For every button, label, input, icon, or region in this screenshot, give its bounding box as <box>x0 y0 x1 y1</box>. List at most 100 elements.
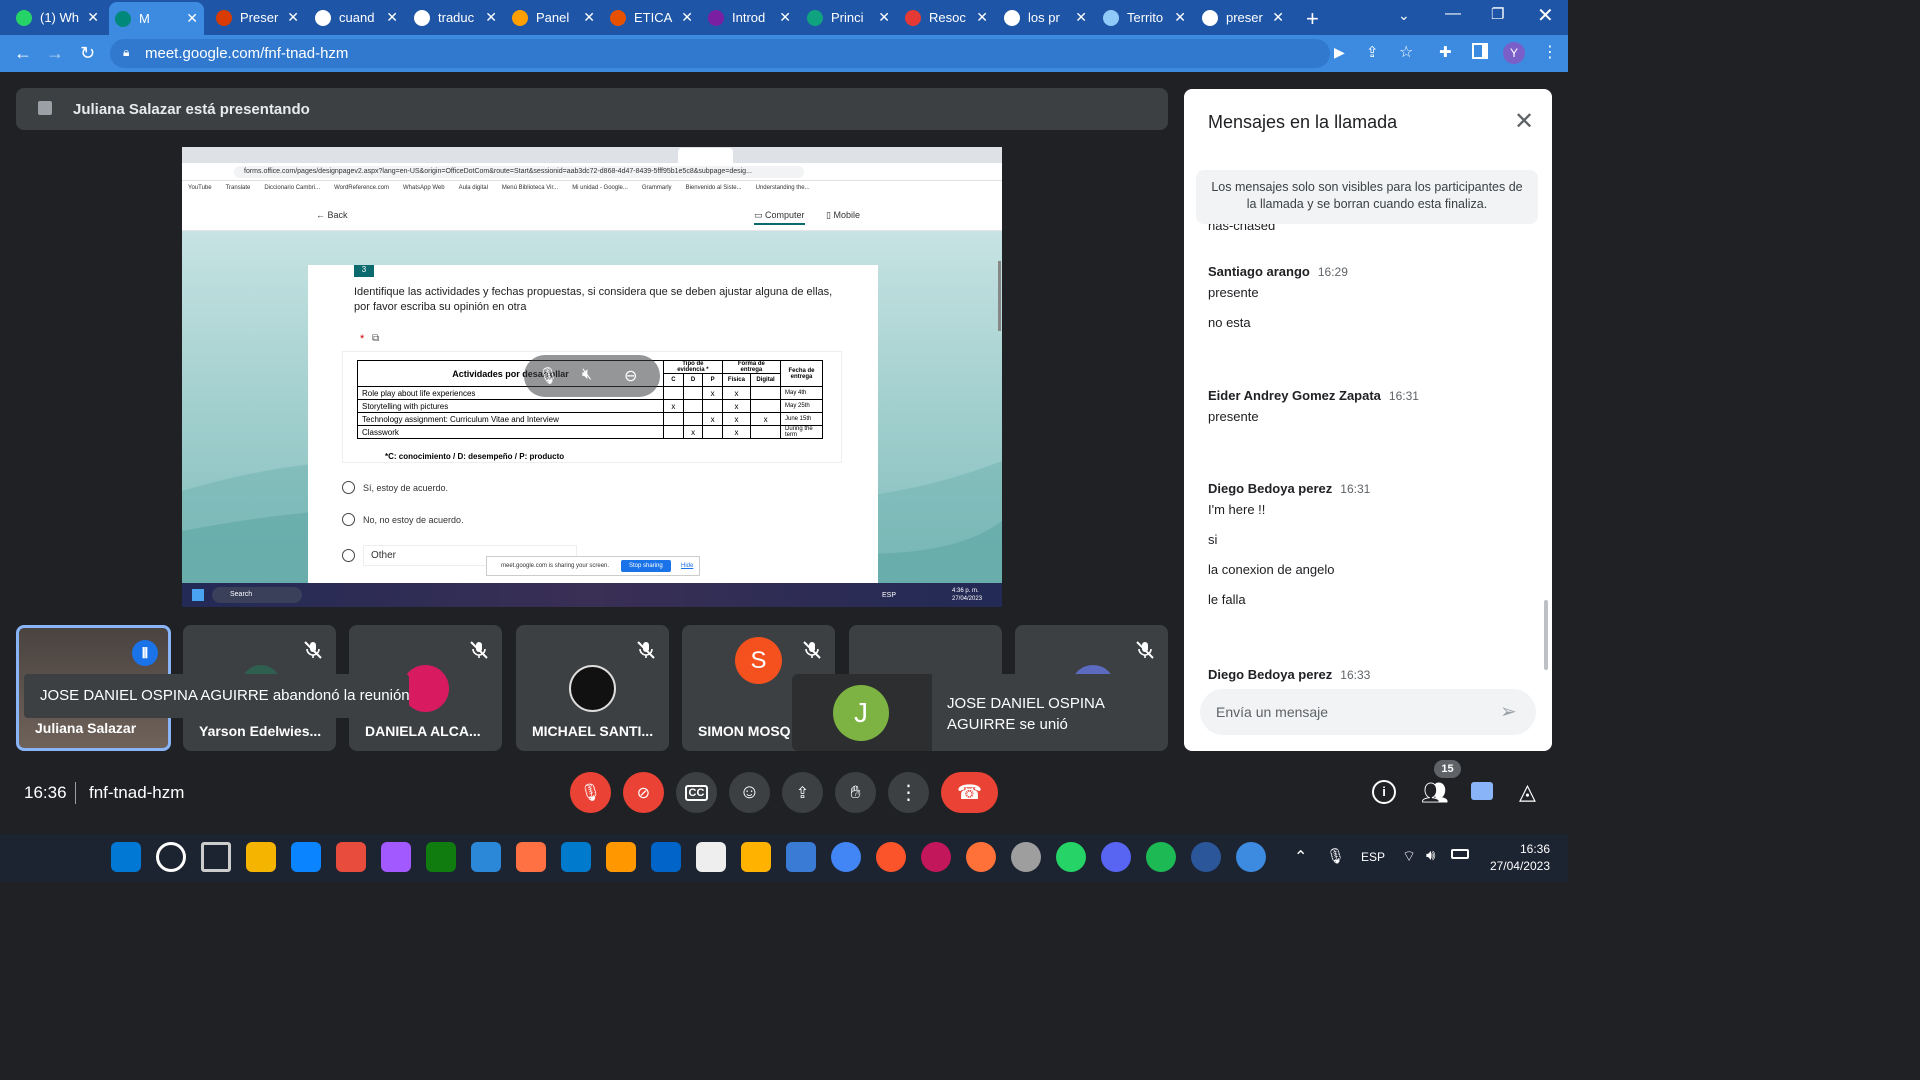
more-options-button[interactable]: ⋮ <box>888 772 929 813</box>
view-computer-tab[interactable]: ▭ Computer <box>754 210 805 225</box>
speaker-off-icon[interactable]: 🔇︎ <box>582 366 592 384</box>
maximize-window-icon[interactable]: ❐ <box>1491 5 1504 23</box>
browser-tab[interactable]: ETICA ✕ <box>604 4 699 31</box>
chrome-icon[interactable] <box>831 842 861 872</box>
opera-icon[interactable] <box>921 842 951 872</box>
browser-tab[interactable]: los pr ✕ <box>998 4 1093 31</box>
browser-tab[interactable]: Preser ✕ <box>210 4 305 31</box>
app-icon[interactable] <box>696 842 726 872</box>
close-tab-icon[interactable]: ✕ <box>779 9 791 26</box>
app-icon[interactable] <box>516 842 546 872</box>
leave-call-button[interactable]: ☎︎ <box>941 772 998 813</box>
camera-in-use-icon[interactable]: ▶︎ <box>1334 44 1345 61</box>
inner-bookmark[interactable]: WhatsApp Web <box>403 185 445 197</box>
browser-tab[interactable]: (1) Wh ✕ <box>10 4 105 31</box>
inner-search-box[interactable]: Search <box>212 587 302 603</box>
network-icon[interactable]: ⌔ <box>1402 847 1416 866</box>
browser-tab[interactable]: M ✕ <box>109 2 204 35</box>
battery-icon[interactable] <box>1451 849 1469 859</box>
raise-hand-button[interactable]: ✋︎ <box>835 772 876 813</box>
file-explorer-icon[interactable] <box>246 842 276 872</box>
side-panel-icon[interactable] <box>1472 43 1488 59</box>
task-view-icon[interactable] <box>201 842 231 872</box>
reload-icon[interactable]: ↻ <box>80 43 95 64</box>
browser-tab[interactable]: Resoc ✕ <box>899 4 994 31</box>
close-tab-icon[interactable]: ✕ <box>386 9 398 26</box>
radio-circle[interactable] <box>342 549 355 562</box>
inner-bookmark[interactable]: Bienvenido al Siste... <box>686 185 742 197</box>
inner-bookmark[interactable]: Menú Biblioteca Vir... <box>502 185 558 197</box>
profile-avatar[interactable]: Y <box>1503 42 1525 64</box>
inner-bookmark[interactable]: Diccionario Cambri... <box>264 185 320 197</box>
word-icon[interactable] <box>1191 842 1221 872</box>
close-tab-icon[interactable]: ✕ <box>583 9 595 26</box>
whatsapp-icon[interactable] <box>1056 842 1086 872</box>
close-tab-icon[interactable]: ✕ <box>976 9 988 26</box>
store-icon[interactable] <box>336 842 366 872</box>
forward-icon[interactable]: → <box>46 43 64 64</box>
inner-bookmark[interactable]: Aula digital <box>459 185 488 197</box>
browser-tab[interactable]: Territo ✕ <box>1097 4 1192 31</box>
browser-tab[interactable]: Panel ✕ <box>506 4 601 31</box>
system-clock[interactable]: 16:36 27/04/2023 <box>1484 841 1550 875</box>
volume-icon[interactable]: 🔊︎ <box>1426 847 1435 864</box>
close-window-icon[interactable]: ✕ <box>1537 3 1554 28</box>
captions-button[interactable]: CC <box>676 772 717 813</box>
chat-input[interactable]: Envía un mensaje ➢ <box>1200 689 1536 735</box>
hide-link[interactable]: Hide <box>681 563 693 569</box>
chrome-icon[interactable] <box>1236 842 1266 872</box>
camera-toggle-button[interactable]: ⊘ <box>623 772 664 813</box>
close-tab-icon[interactable]: ✕ <box>287 9 299 26</box>
close-tab-icon[interactable]: ✕ <box>681 9 693 26</box>
radio-circle[interactable] <box>342 481 355 494</box>
minimize-window-icon[interactable]: — <box>1445 5 1461 23</box>
close-tab-icon[interactable]: ✕ <box>1174 9 1186 26</box>
xbox-icon[interactable] <box>426 842 456 872</box>
browser-tab[interactable]: traduc ✕ <box>408 4 503 31</box>
inner-bookmark[interactable]: Understanding the... <box>756 185 810 197</box>
chrome-menu-icon[interactable]: ⋮ <box>1542 42 1558 62</box>
send-icon[interactable]: ➢ <box>1500 699 1517 724</box>
radio-option[interactable]: No, no estoy de acuerdo. <box>342 513 464 526</box>
bookmark-star-icon[interactable]: ☆ <box>1399 42 1413 62</box>
forms-back-button[interactable]: ← Back <box>316 210 348 220</box>
notepad-icon[interactable] <box>471 842 501 872</box>
close-tab-icon[interactable]: ✕ <box>1272 9 1284 26</box>
brave-icon[interactable] <box>876 842 906 872</box>
app-icon[interactable] <box>741 842 771 872</box>
mic-tray-icon[interactable]: 🎙︎ <box>1326 847 1345 865</box>
browser-tab[interactable]: preser ✕ <box>1196 4 1290 31</box>
close-tab-icon[interactable]: ✕ <box>485 9 497 26</box>
language-indicator[interactable]: ESP <box>1361 850 1385 864</box>
inner-bookmark[interactable]: Translate <box>226 185 251 197</box>
inner-start-icon[interactable] <box>192 589 204 601</box>
tray-overflow-icon[interactable]: ⌃ <box>1294 847 1307 867</box>
search-icon[interactable] <box>156 842 186 872</box>
new-tab-button[interactable]: + <box>1306 6 1319 32</box>
back-icon[interactable]: ← <box>14 43 32 64</box>
app-icon[interactable] <box>651 842 681 872</box>
inner-bookmark[interactable]: Grammarly <box>642 185 672 197</box>
tab-search-icon[interactable]: ⌄ <box>1398 7 1410 24</box>
immersive-reader-icon[interactable]: ⧉ <box>372 333 379 344</box>
firefox-icon[interactable] <box>966 842 996 872</box>
sublime-icon[interactable] <box>606 842 636 872</box>
discord-icon[interactable] <box>1101 842 1131 872</box>
participant-tile[interactable]: MICHAEL SANTI... <box>516 625 669 751</box>
start-icon[interactable] <box>111 842 141 872</box>
chat-icon[interactable] <box>1471 782 1493 800</box>
edge-icon[interactable] <box>291 842 321 872</box>
view-mobile-tab[interactable]: ▯ Mobile <box>826 210 860 221</box>
reactions-button[interactable]: ☺ <box>729 772 770 813</box>
extensions-icon[interactable]: ✚ <box>1439 43 1452 61</box>
radio-circle[interactable] <box>342 513 355 526</box>
mic-off-icon[interactable]: 🎙︎ <box>538 366 558 386</box>
inner-bookmark[interactable]: YouTube <box>188 185 212 197</box>
close-tab-icon[interactable]: ✕ <box>878 9 890 26</box>
app-icon[interactable] <box>786 842 816 872</box>
close-tab-icon[interactable]: ✕ <box>186 10 198 27</box>
vscode-icon[interactable] <box>561 842 591 872</box>
present-button[interactable]: ⇪ <box>782 772 823 813</box>
browser-tab[interactable]: Introd ✕ <box>702 4 797 31</box>
inner-bookmark[interactable]: Mi unidad - Google... <box>572 185 628 197</box>
